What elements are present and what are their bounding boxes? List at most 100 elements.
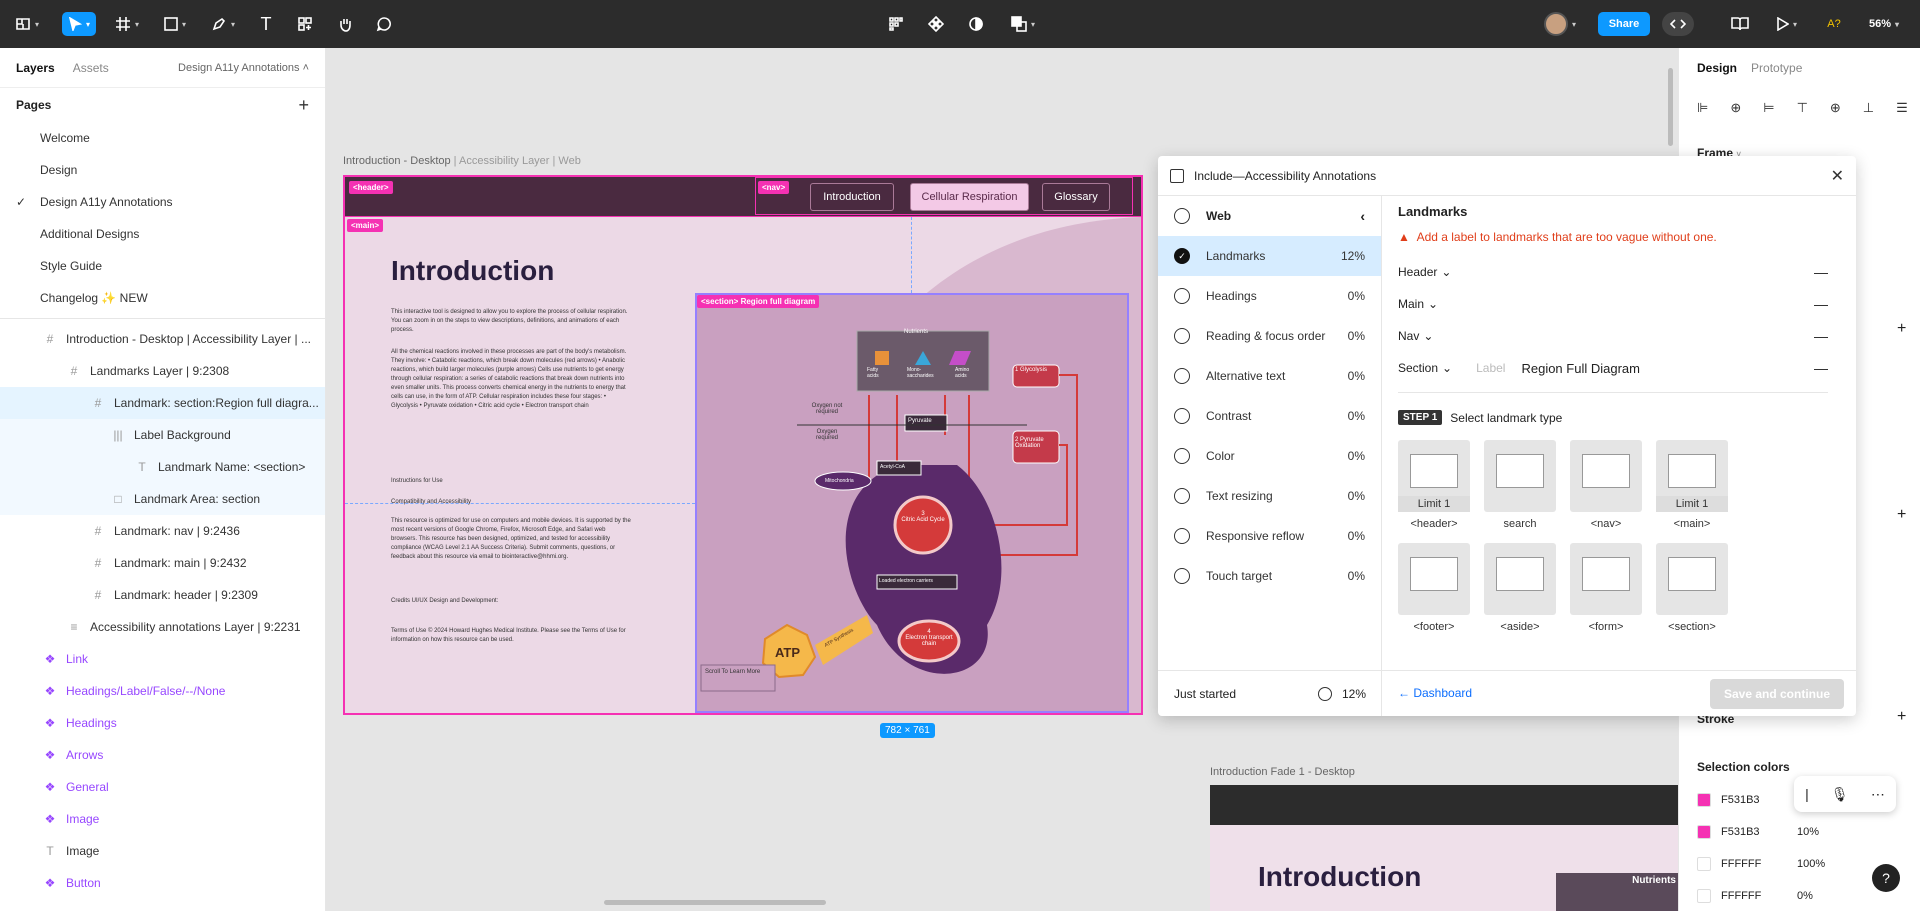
frame-label[interactable]: Introduction Fade 1 - Desktop: [1210, 766, 1355, 778]
layer-row[interactable]: ❖ General: [0, 771, 325, 803]
category-item[interactable]: Text resizing 0%: [1158, 476, 1381, 516]
page-item[interactable]: Welcome: [0, 122, 325, 154]
dev-mode-icon[interactable]: [1662, 12, 1694, 36]
landmark-row[interactable]: Main ⌄ —: [1398, 288, 1828, 320]
layer-row[interactable]: ||| Label Background: [0, 419, 325, 451]
layer-row[interactable]: # Landmark: main | 9:2432: [0, 547, 325, 579]
add-icon[interactable]: +: [1897, 506, 1906, 524]
color-opacity[interactable]: 0%: [1797, 890, 1813, 902]
landmark-type-card[interactable]: search: [1484, 440, 1556, 530]
save-continue-button[interactable]: Save and continue: [1710, 679, 1844, 709]
color-swatch[interactable]: [1697, 825, 1711, 839]
landmark-type-card[interactable]: <nav>: [1570, 440, 1642, 530]
remove-icon[interactable]: —: [1814, 360, 1828, 376]
add-stroke-icon[interactable]: +: [1897, 708, 1906, 726]
contrast-icon[interactable]: [964, 12, 988, 36]
landmark-type-select[interactable]: Nav: [1398, 329, 1419, 343]
vertical-scrollbar[interactable]: [1668, 68, 1673, 146]
color-opacity[interactable]: 100%: [1797, 858, 1825, 870]
align-middle-icon[interactable]: ⊕: [1830, 100, 1841, 116]
layer-row[interactable]: ❖ Image: [0, 803, 325, 835]
remove-icon[interactable]: —: [1814, 296, 1828, 312]
align-left-icon[interactable]: ⊫: [1697, 100, 1708, 116]
color-hex[interactable]: F531B3: [1721, 794, 1760, 806]
scroll-to-learn-more[interactable]: Scroll To Learn More: [705, 669, 760, 675]
zoom-level[interactable]: 56% ▾: [1864, 12, 1904, 36]
category-item[interactable]: Touch target 0%: [1158, 556, 1381, 596]
present-icon[interactable]: ▾: [1772, 12, 1802, 36]
chevron-down-icon[interactable]: ⌄: [1441, 265, 1451, 279]
category-item[interactable]: Responsive reflow 0%: [1158, 516, 1381, 556]
layer-row[interactable]: ❖ Button: [0, 867, 325, 899]
layer-row[interactable]: ❖ Headings: [0, 707, 325, 739]
move-tool-icon[interactable]: ▾: [62, 12, 96, 36]
accessibility-check-icon[interactable]: A?: [1822, 12, 1846, 36]
avatar[interactable]: ▾: [1540, 12, 1580, 36]
chevron-down-icon[interactable]: ⌄: [1423, 329, 1433, 343]
add-icon[interactable]: +: [1897, 320, 1906, 338]
color-swatch[interactable]: [1697, 793, 1711, 807]
category-item[interactable]: ✓ Landmarks 12%: [1158, 236, 1381, 276]
page-item[interactable]: Additional Designs: [0, 218, 325, 250]
landmark-type-select[interactable]: Section: [1398, 361, 1438, 375]
align-right-icon[interactable]: ⊨: [1763, 100, 1774, 116]
color-swatch[interactable]: [1697, 857, 1711, 871]
color-hex[interactable]: FFFFFF: [1721, 858, 1761, 870]
landmark-type-card[interactable]: <footer>: [1398, 543, 1470, 633]
category-item[interactable]: Headings 0%: [1158, 276, 1381, 316]
layer-row[interactable]: ❖ Arrows: [0, 739, 325, 771]
layer-row[interactable]: ❖ Link: [0, 643, 325, 675]
nav-introduction[interactable]: Introduction: [810, 183, 894, 211]
resources-icon[interactable]: [293, 12, 317, 36]
boolean-icon[interactable]: ▾: [1006, 12, 1040, 36]
layer-row[interactable]: ≡ Accessibility annotations Layer | 9:223…: [0, 611, 325, 643]
text-tool-icon[interactable]: T: [254, 12, 278, 36]
layer-row[interactable]: # Landmark: section:Region full diagra...: [0, 387, 325, 419]
category-item[interactable]: Color 0%: [1158, 436, 1381, 476]
category-item[interactable]: Contrast 0%: [1158, 396, 1381, 436]
category-item[interactable]: Reading & focus order 0%: [1158, 316, 1381, 356]
landmark-row[interactable]: Nav ⌄ —: [1398, 320, 1828, 352]
add-page-icon[interactable]: +: [298, 95, 309, 116]
library-icon[interactable]: [1728, 12, 1752, 36]
page-item[interactable]: Changelog ✨ NEW: [0, 282, 325, 314]
pen-tool-icon[interactable]: ▾: [206, 12, 240, 36]
tab-assets[interactable]: Assets: [73, 61, 109, 75]
color-opacity[interactable]: 10%: [1797, 826, 1819, 838]
introduction-desktop-frame[interactable]: <header> <nav> Introduction Cellular Res…: [343, 175, 1143, 715]
color-hex[interactable]: FFFFFF: [1721, 890, 1761, 902]
landmark-type-select[interactable]: Header: [1398, 265, 1437, 279]
landmark-type-select[interactable]: Main: [1398, 297, 1424, 311]
collapse-icon[interactable]: ‹: [1360, 208, 1365, 224]
nav-glossary[interactable]: Glossary: [1042, 183, 1110, 211]
help-button[interactable]: ?: [1872, 864, 1900, 892]
section-region-full-diagram[interactable]: <section> Region full diagram Nutrients …: [695, 293, 1129, 713]
introduction-fade-frame[interactable]: Introduction Nutrients: [1210, 785, 1680, 911]
align-top-icon[interactable]: ⊤: [1797, 100, 1808, 116]
color-hex[interactable]: F531B3: [1721, 826, 1760, 838]
share-button[interactable]: Share: [1598, 12, 1650, 36]
layer-row[interactable]: T Image: [0, 835, 325, 867]
more-icon[interactable]: ⋯: [1871, 786, 1885, 803]
landmark-type-card[interactable]: <section>: [1656, 543, 1728, 633]
nav-cellular-respiration[interactable]: Cellular Respiration: [910, 183, 1029, 211]
layer-row[interactable]: # Introduction - Desktop | Accessibility …: [0, 323, 325, 355]
layer-row[interactable]: # Landmarks Layer | 9:2308: [0, 355, 325, 387]
grid-icon[interactable]: [884, 12, 908, 36]
frame-label[interactable]: Introduction - Desktop | Accessibility L…: [343, 155, 581, 167]
chevron-down-icon[interactable]: ⌄: [1442, 361, 1452, 375]
tab-layers[interactable]: Layers: [16, 61, 55, 75]
page-item[interactable]: Design: [0, 154, 325, 186]
color-swatch-row[interactable]: F531B3 10%: [1697, 820, 1907, 844]
color-swatch[interactable]: [1697, 889, 1711, 903]
label-input[interactable]: Region Full Diagram: [1521, 361, 1640, 376]
category-item[interactable]: Alternative text 0%: [1158, 356, 1381, 396]
align-bottom-icon[interactable]: ⊥: [1863, 100, 1874, 116]
landmark-type-card[interactable]: Limit 1 <main>: [1656, 440, 1728, 530]
page-item[interactable]: ✓ Design A11y Annotations: [0, 186, 325, 218]
microphone-icon[interactable]: 🎙: [1831, 786, 1849, 803]
horizontal-scrollbar[interactable]: [604, 900, 826, 905]
landmark-type-card[interactable]: Limit 1 <header>: [1398, 440, 1470, 530]
main-menu-icon[interactable]: ▾: [10, 12, 44, 36]
components-icon[interactable]: [924, 12, 948, 36]
